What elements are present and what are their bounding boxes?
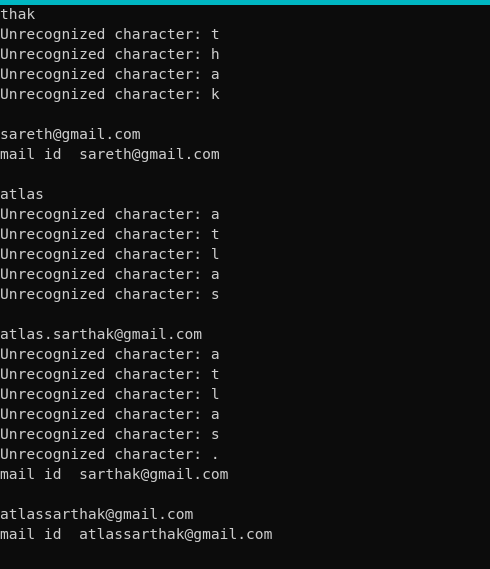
console-line: Unrecognized character: h <box>0 46 220 63</box>
console-line: Unrecognized character: l <box>0 386 220 403</box>
console-line: Unrecognized character: s <box>0 426 220 443</box>
console-line: Unrecognized character: t <box>0 26 220 43</box>
console-line: mail id atlassarthak@gmail.com <box>0 526 273 543</box>
console-line: mail id sareth@gmail.com <box>0 146 220 163</box>
console-line: Unrecognized character: t <box>0 366 220 383</box>
console-line: Unrecognized character: s <box>0 286 220 303</box>
console-line: Unrecognized character: l <box>0 246 220 263</box>
console-line: atlas <box>0 186 44 203</box>
console-line: atlas.sarthak@gmail.com <box>0 326 203 343</box>
console-line: mail id sarthak@gmail.com <box>0 466 229 483</box>
console-line: atlassarthak@gmail.com <box>0 506 194 523</box>
console-line: Unrecognized character: a <box>0 206 220 223</box>
console-line: Unrecognized character: a <box>0 406 220 423</box>
console-line: Unrecognized character: a <box>0 346 220 363</box>
console-output[interactable]: thak Unrecognized character: t Unrecognize… <box>0 5 490 569</box>
terminal-window: thak Unrecognized character: t Unrecognize… <box>0 0 490 569</box>
console-line: Unrecognized character: . <box>0 446 220 463</box>
console-line: sareth@gmail.com <box>0 126 141 143</box>
console-line: Unrecognized character: a <box>0 66 220 83</box>
console-line: Unrecognized character: a <box>0 266 220 283</box>
console-line: Unrecognized character: k <box>0 86 220 103</box>
console-line: thak <box>0 6 36 23</box>
console-line: Unrecognized character: t <box>0 226 220 243</box>
